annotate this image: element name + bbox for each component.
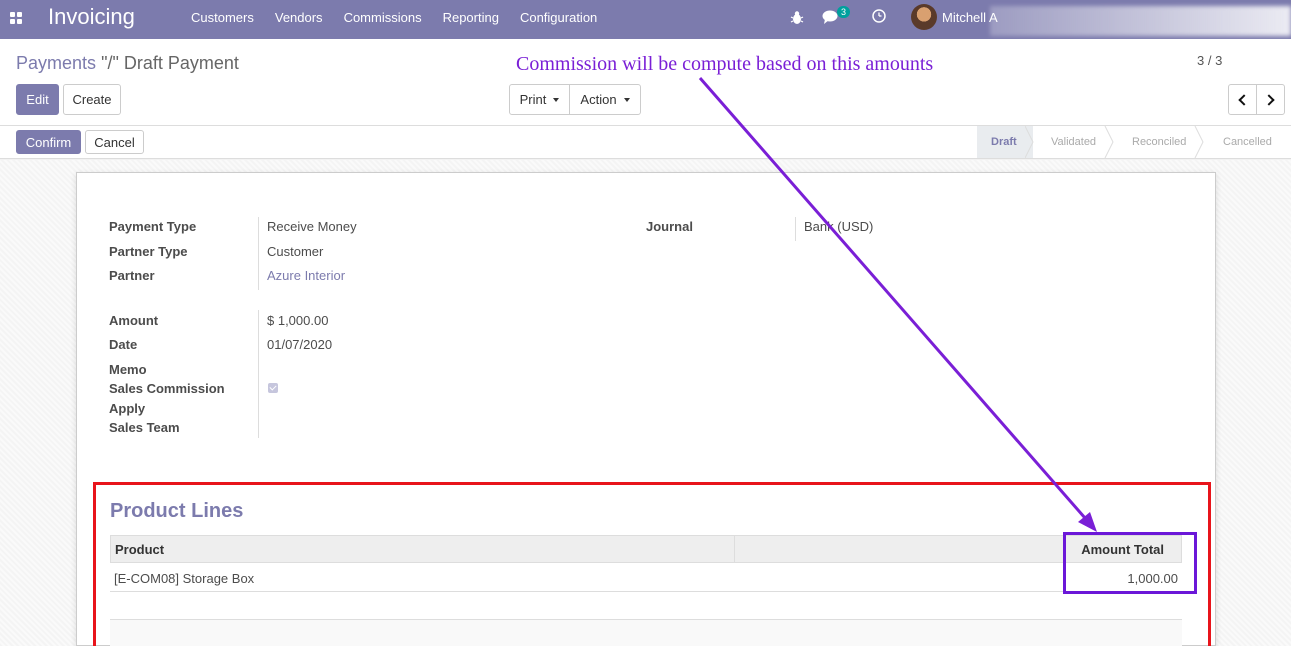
field-separator [258, 310, 259, 438]
highlight-box-product-lines [93, 482, 1211, 646]
menu-configuration[interactable]: Configuration [520, 10, 597, 25]
field-separator [795, 217, 796, 241]
payment-type-label: Payment Type [109, 219, 197, 234]
sales-team-label: Sales Team [109, 420, 180, 435]
action-label: Action [580, 92, 617, 107]
caret-down-icon [553, 97, 560, 102]
pager-value: 3 / 3 [1197, 53, 1223, 68]
highlight-box-amount-total [1063, 532, 1197, 594]
breadcrumb-current: "/" Draft Payment [101, 53, 239, 73]
sales-commission-label: Sales Commission [109, 381, 225, 396]
stage-separators [1025, 126, 1204, 158]
amount-label: Amount [109, 313, 159, 328]
caret-down-icon [623, 97, 630, 102]
partner-link[interactable]: Azure Interior [267, 268, 345, 283]
app-title: Invoicing [48, 4, 135, 29]
edit-button[interactable]: Edit [16, 84, 59, 115]
apply-label: Apply [109, 401, 146, 416]
annotation-text: Commission will be compute based on this… [516, 53, 934, 75]
top-navbar: Invoicing Customers Vendors Commissions … [0, 0, 1291, 39]
pager-previous-button[interactable] [1228, 84, 1257, 115]
blurred-region [990, 6, 1291, 36]
chevron-right-icon [1263, 93, 1275, 106]
chevron-left-icon [1238, 93, 1250, 106]
menu-commissions[interactable]: Commissions [344, 10, 422, 25]
field-separator [258, 217, 259, 290]
menu-customers[interactable]: Customers [191, 10, 254, 25]
journal-value: Bank (USD) [804, 219, 874, 234]
status-bar: Confirm Cancel Draft Validated Reconcile… [0, 126, 1291, 159]
print-label: Print [519, 92, 547, 107]
journal-label: Journal [646, 219, 693, 234]
cancel-button[interactable]: Cancel [85, 130, 144, 154]
apps-menu-icon[interactable] [10, 12, 22, 24]
main-menu: Customers Vendors Commissions Reporting … [191, 10, 618, 25]
breadcrumb: Payments "/" Draft Payment [16, 53, 239, 74]
sales-commission-checkbox[interactable] [268, 383, 278, 393]
messages-count-badge: 3 [837, 6, 851, 18]
create-button[interactable]: Create [63, 84, 121, 115]
stage-draft-label: Draft [991, 136, 1017, 148]
action-dropdown-button[interactable]: Action [569, 84, 641, 115]
partner-type-label: Partner Type [109, 244, 188, 259]
partner-type-value: Customer [267, 244, 324, 259]
payment-type-value: Receive Money [267, 219, 357, 234]
menu-reporting[interactable]: Reporting [443, 10, 499, 25]
clock-icon[interactable] [872, 9, 886, 23]
date-label: Date [109, 337, 138, 352]
bug-icon[interactable] [790, 10, 804, 26]
print-dropdown-button[interactable]: Print [509, 84, 570, 115]
breadcrumb-payments-link[interactable]: Payments [16, 53, 96, 73]
date-value: 01/07/2020 [267, 337, 333, 352]
menu-vendors[interactable]: Vendors [275, 10, 323, 25]
pager-next-button[interactable] [1256, 84, 1285, 115]
partner-label: Partner [109, 268, 155, 283]
confirm-button[interactable]: Confirm [16, 130, 81, 154]
avatar[interactable] [911, 4, 937, 30]
memo-label: Memo [109, 362, 147, 377]
amount-value: $ 1,000.00 [267, 313, 329, 328]
